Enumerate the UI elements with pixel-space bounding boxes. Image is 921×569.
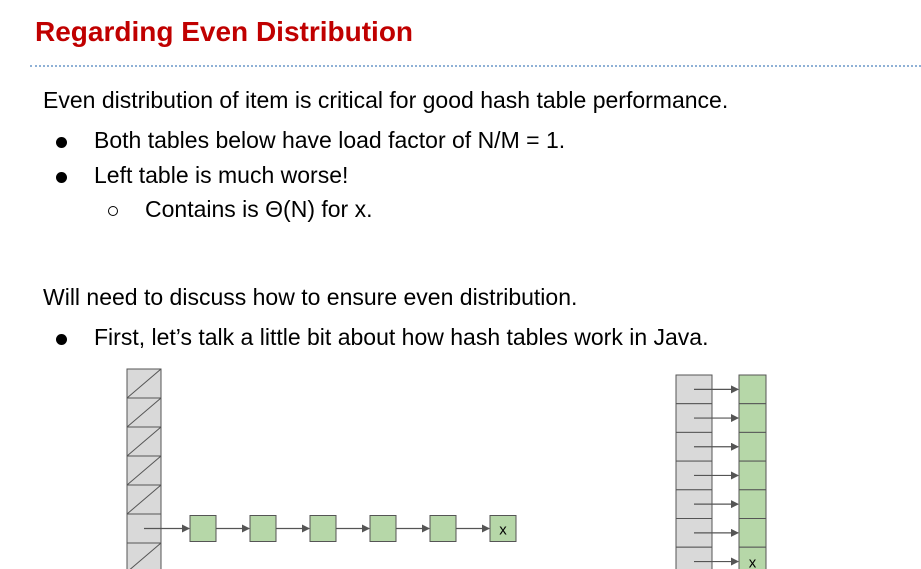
right-bucket (675, 546, 713, 569)
right-node (738, 403, 767, 433)
right-node (738, 518, 767, 548)
hash-table-diagram: x x (126, 368, 767, 569)
chain-node (369, 515, 397, 542)
node-label-x: x (749, 555, 757, 569)
right-hash-table (675, 374, 713, 569)
right-node (738, 460, 767, 491)
right-node (738, 489, 767, 519)
node-label-x: x (499, 522, 507, 539)
left-hash-table (126, 368, 162, 569)
chain-node (249, 515, 277, 542)
right-node (738, 431, 767, 462)
right-node (738, 374, 767, 405)
chain-node (189, 515, 217, 542)
chain-node (309, 515, 337, 542)
left-chain: x (144, 515, 517, 542)
chain-node (429, 515, 457, 542)
